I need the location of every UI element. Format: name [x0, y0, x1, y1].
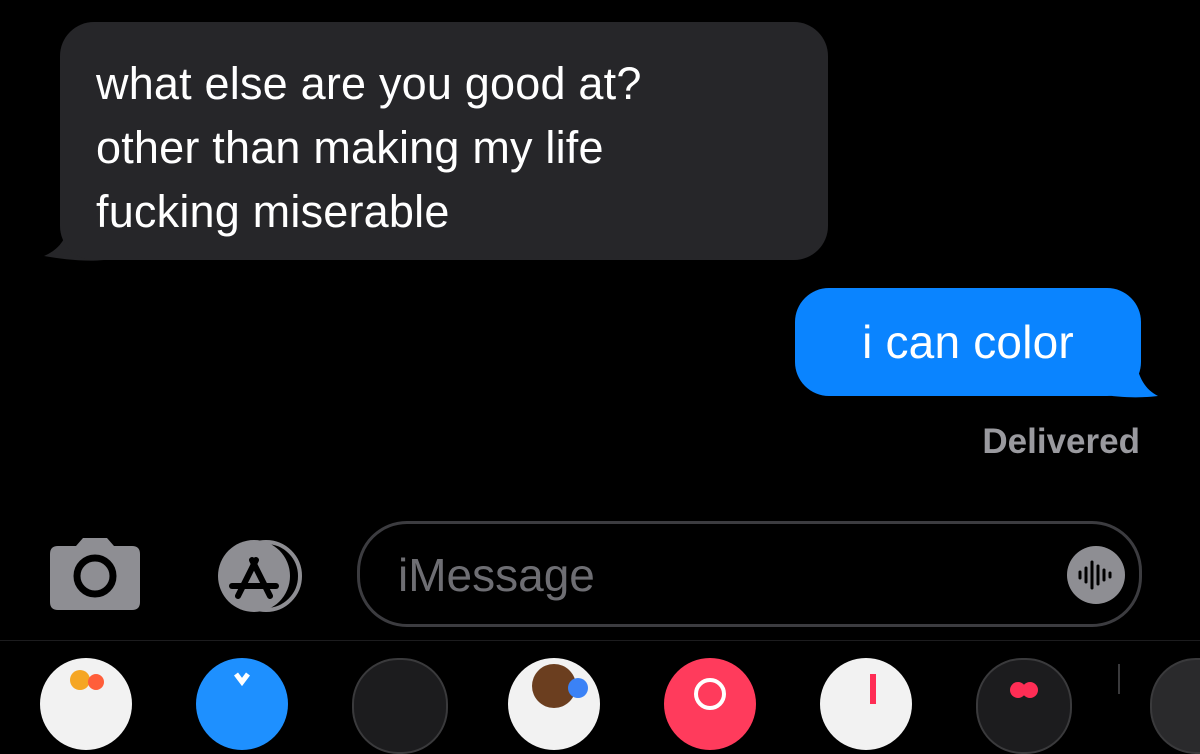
delivery-status: Delivered	[982, 422, 1140, 461]
more-app-icon[interactable]	[1150, 658, 1200, 754]
outgoing-message-text: i can color	[862, 316, 1074, 368]
incoming-message-line: other than making my life	[96, 122, 604, 173]
dark-app-icon[interactable]	[352, 658, 448, 754]
music-app-icon[interactable]	[820, 658, 912, 750]
tray-divider	[0, 640, 1200, 641]
app-store-icon[interactable]	[204, 540, 308, 612]
appstore-app-icon[interactable]	[196, 658, 288, 750]
message-input-placeholder: iMessage	[398, 549, 595, 601]
memoji-app-icon[interactable]	[508, 658, 600, 750]
photos-app-icon[interactable]	[40, 658, 132, 750]
outgoing-message-bubble[interactable]: i can color	[795, 288, 1141, 396]
incoming-message-line: fucking miserable	[96, 186, 450, 237]
tray-separator	[1118, 664, 1120, 694]
search-images-app-icon[interactable]	[664, 658, 756, 750]
message-input[interactable]: iMessage	[357, 521, 1142, 627]
camera-icon[interactable]	[50, 538, 140, 610]
incoming-message-line: what else are you good at?	[96, 58, 642, 109]
waveform-icon	[1078, 560, 1112, 590]
incoming-message-bubble[interactable]: what else are you good at? other than ma…	[60, 22, 828, 260]
audio-message-button[interactable]	[1067, 546, 1125, 604]
digital-touch-app-icon[interactable]	[976, 658, 1072, 754]
